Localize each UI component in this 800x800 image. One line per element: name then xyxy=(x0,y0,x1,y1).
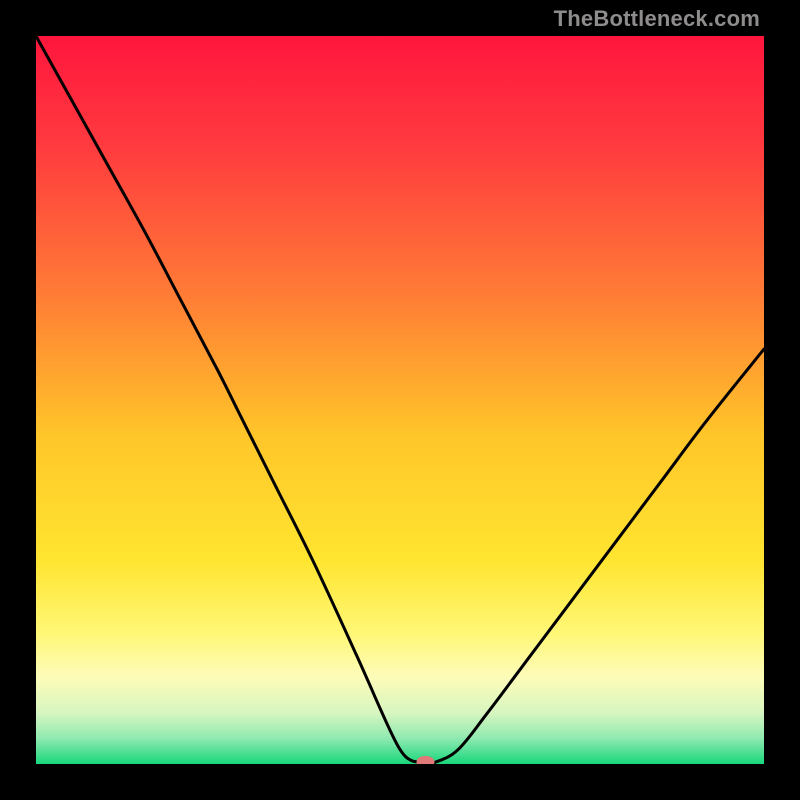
attribution-label: TheBottleneck.com xyxy=(554,6,760,32)
bottleneck-chart xyxy=(36,36,764,764)
plot-area xyxy=(36,36,764,764)
chart-container: TheBottleneck.com xyxy=(0,0,800,800)
gradient-background xyxy=(36,36,764,764)
